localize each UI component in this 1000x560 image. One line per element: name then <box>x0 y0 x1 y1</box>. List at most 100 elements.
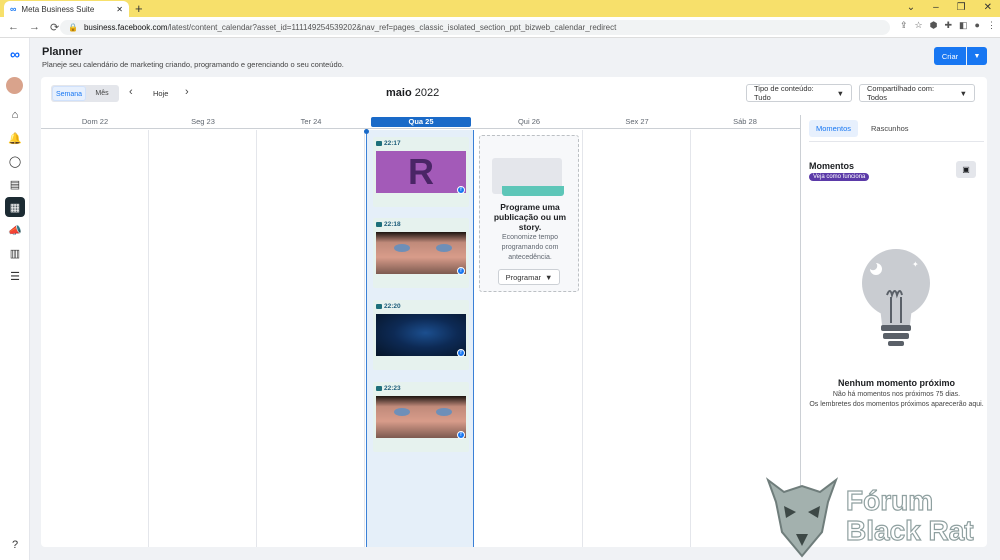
post-thumbnail <box>376 232 466 274</box>
today-button[interactable]: Hoje <box>153 89 168 98</box>
avatar[interactable] <box>6 77 23 94</box>
divider <box>809 141 984 142</box>
day-column[interactable] <box>41 130 149 547</box>
watermark: Fórum Black Rat <box>762 472 992 558</box>
page-header: Planner Planeje seu calendário de market… <box>30 38 1000 80</box>
browser-tab[interactable]: ∞ Meta Business Suite ✕ <box>4 1 129 17</box>
calendar-illustration-icon <box>492 158 564 196</box>
day-column[interactable] <box>149 130 257 547</box>
year: 2022 <box>414 87 440 99</box>
messages-icon[interactable]: ◯ <box>5 151 25 171</box>
post-thumbnail: R <box>376 151 466 193</box>
share-icon[interactable]: ⇪ <box>900 20 908 31</box>
month-view-button[interactable]: Mês <box>86 86 118 101</box>
chevron-right-icon[interactable]: › <box>185 86 189 98</box>
week-view-button[interactable]: Semana <box>52 86 86 101</box>
calendar-toolbar: Semana Mês ‹ Hoje › maio 2022 Tipo de co… <box>41 77 987 113</box>
url-bar[interactable]: 🔒 business.facebook.com/latest/content_c… <box>60 20 890 35</box>
add-moment-button[interactable]: ▣ <box>956 161 976 178</box>
post-type-icon <box>376 304 382 309</box>
minimize-icon[interactable]: – <box>933 2 939 13</box>
day-header: Seg 23 <box>191 117 215 126</box>
page-subtitle: Planeje seu calendário de marketing cria… <box>42 60 344 69</box>
help-icon[interactable]: ? <box>5 535 25 555</box>
post-time: 22:17 <box>384 140 401 147</box>
add-icon: ▣ <box>962 165 970 174</box>
page-title: Planner <box>42 46 83 58</box>
day-header: Dom 22 <box>81 117 109 126</box>
post-time: 22:23 <box>384 385 401 392</box>
shared-with-filter-label: Compartilhado com: Todos <box>867 84 935 102</box>
schedule-button-label: Programar <box>505 272 541 282</box>
facebook-icon: f <box>457 431 465 439</box>
day-header: Qui 26 <box>517 117 541 126</box>
restore-icon[interactable]: ❐ <box>957 2 966 13</box>
close-window-icon[interactable]: ✕ <box>984 2 992 13</box>
thumbnail-letter: R <box>408 151 434 192</box>
all-tools-icon[interactable]: ☰ <box>5 266 25 286</box>
profile-icon[interactable]: ● <box>975 20 980 31</box>
month-title: maio 2022 <box>386 87 439 99</box>
schedule-button[interactable]: Programar ▼ <box>498 269 560 285</box>
scheduled-post[interactable]: 22:17 R f <box>373 137 469 207</box>
week-grid: 22:17 R f 22:18 f 22:20 f 22:23 f Progra… <box>41 129 800 547</box>
close-tab-icon[interactable]: ✕ <box>116 5 123 14</box>
reload-icon[interactable]: ⟳ <box>50 21 59 34</box>
how-it-works-link[interactable]: Veja como funciona <box>809 173 870 181</box>
scheduled-post[interactable]: 22:18 f <box>373 218 469 288</box>
tab-drafts[interactable]: Rascunhos <box>864 120 916 137</box>
scheduled-post[interactable]: 22:23 f <box>373 382 469 452</box>
new-tab-button[interactable]: + <box>135 1 143 16</box>
view-toggle: Semana Mês <box>51 85 119 102</box>
schedule-title: Programe uma publicação ou um story. <box>493 202 567 232</box>
notifications-icon[interactable]: 🔔 <box>5 128 25 148</box>
sidebar-icon[interactable]: ◧ <box>959 20 968 31</box>
panel-tabs: Momentos Rascunhos <box>809 120 916 137</box>
post-thumbnail <box>376 396 466 438</box>
day-header: Sáb 28 <box>733 117 757 126</box>
day-column[interactable] <box>583 130 691 547</box>
empty-state-description: Não há momentos nos próximos 75 dias. Os… <box>809 390 984 410</box>
schedule-prompt-card: Programe uma publicação ou um story. Eco… <box>479 135 579 292</box>
content-type-filter[interactable]: Tipo de conteúdo: Tudo ▼ <box>746 84 852 102</box>
post-type-icon <box>376 386 382 391</box>
watermark-line: Black Rat <box>845 515 974 546</box>
current-time-dot <box>364 129 369 134</box>
create-dropdown-button[interactable]: ▼ <box>967 47 987 65</box>
day-header-today: Qua 25 <box>371 117 471 127</box>
day-header: Sex 27 <box>625 117 649 126</box>
home-icon[interactable]: ⌂ <box>5 105 25 125</box>
menu-icon[interactable]: ⋮ <box>987 20 996 31</box>
day-column[interactable] <box>257 130 365 547</box>
post-time: 22:18 <box>384 221 401 228</box>
tab-moments[interactable]: Momentos <box>809 120 859 137</box>
forward-icon[interactable]: → <box>29 21 40 34</box>
chevron-down-icon[interactable]: ⌄ <box>907 2 915 13</box>
chevron-left-icon[interactable]: ‹ <box>129 86 133 98</box>
insights-icon[interactable]: ▥ <box>5 243 25 263</box>
url-host: business.facebook.com <box>83 23 168 32</box>
shared-with-filter[interactable]: Compartilhado com: Todos ▼ <box>859 84 975 102</box>
facebook-icon: f <box>457 186 465 194</box>
rat-logo-icon <box>765 477 839 558</box>
star-icon[interactable]: ☆ <box>915 20 923 31</box>
extension-icon[interactable]: ⬢ <box>930 20 938 31</box>
tab-title: Meta Business Suite <box>21 4 95 14</box>
planner-icon[interactable]: ▦ <box>5 197 25 217</box>
empty-state-line: Os lembretes dos momentos próximos apare… <box>809 401 984 408</box>
ads-icon[interactable]: 📣 <box>5 220 25 240</box>
lightbulb-icon: ✦ <box>862 249 930 346</box>
facebook-icon: f <box>457 349 465 357</box>
watermark-text: Fórum Black Rat <box>845 485 974 546</box>
puzzle-icon[interactable]: ✚ <box>944 20 952 31</box>
watermark-line: Fórum <box>845 485 934 516</box>
create-button[interactable]: Criar <box>934 47 966 65</box>
nav-buttons: ← → ⟳ <box>0 21 67 34</box>
back-icon[interactable]: ← <box>8 21 19 34</box>
meta-logo-icon[interactable]: ∞ <box>5 44 25 64</box>
left-rail: ∞ ⌂ 🔔 ◯ ▤ ▦ 📣 ▥ ☰ ? <box>0 38 30 560</box>
month-name: maio <box>386 87 412 99</box>
content-icon[interactable]: ▤ <box>5 174 25 194</box>
moments-heading: Momentos <box>809 161 854 171</box>
scheduled-post[interactable]: 22:20 f <box>373 300 469 370</box>
